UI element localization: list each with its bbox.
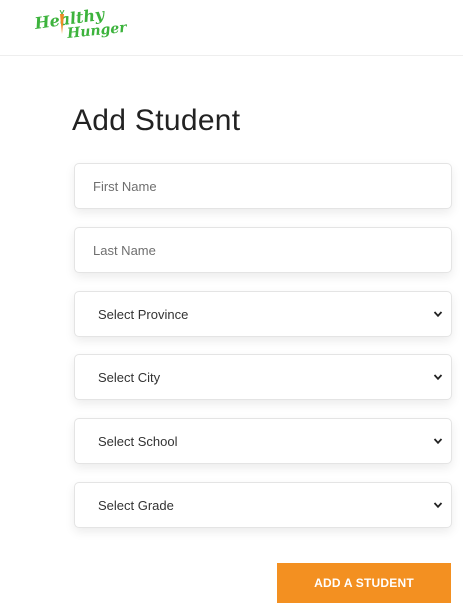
province-select-value: Select Province bbox=[98, 306, 189, 322]
grade-select-value: Select Grade bbox=[98, 497, 174, 513]
school-select[interactable]: Select School bbox=[74, 418, 452, 464]
city-select-value: Select City bbox=[98, 369, 161, 385]
grade-select[interactable]: Select Grade bbox=[74, 482, 452, 528]
chevron-down-icon bbox=[433, 438, 443, 445]
school-select-value: Select School bbox=[98, 433, 178, 449]
province-select[interactable]: Select Province bbox=[74, 291, 452, 337]
first-name-field[interactable]: First Name bbox=[74, 163, 452, 209]
add-student-button[interactable]: ADD A STUDENT bbox=[277, 563, 451, 603]
chevron-down-icon bbox=[433, 374, 443, 381]
carrot-icon bbox=[59, 10, 65, 34]
chevron-down-icon bbox=[433, 502, 443, 509]
last-name-field[interactable]: Last Name bbox=[74, 227, 452, 273]
chevron-down-icon bbox=[433, 311, 443, 318]
page-title: Add Student bbox=[72, 104, 241, 137]
first-name-placeholder: First Name bbox=[93, 178, 157, 194]
healthy-hunger-logo[interactable]: Healthy Hunger bbox=[33, 4, 127, 48]
header: Healthy Hunger bbox=[0, 0, 463, 56]
last-name-placeholder: Last Name bbox=[93, 242, 156, 258]
city-select[interactable]: Select City bbox=[74, 354, 452, 400]
